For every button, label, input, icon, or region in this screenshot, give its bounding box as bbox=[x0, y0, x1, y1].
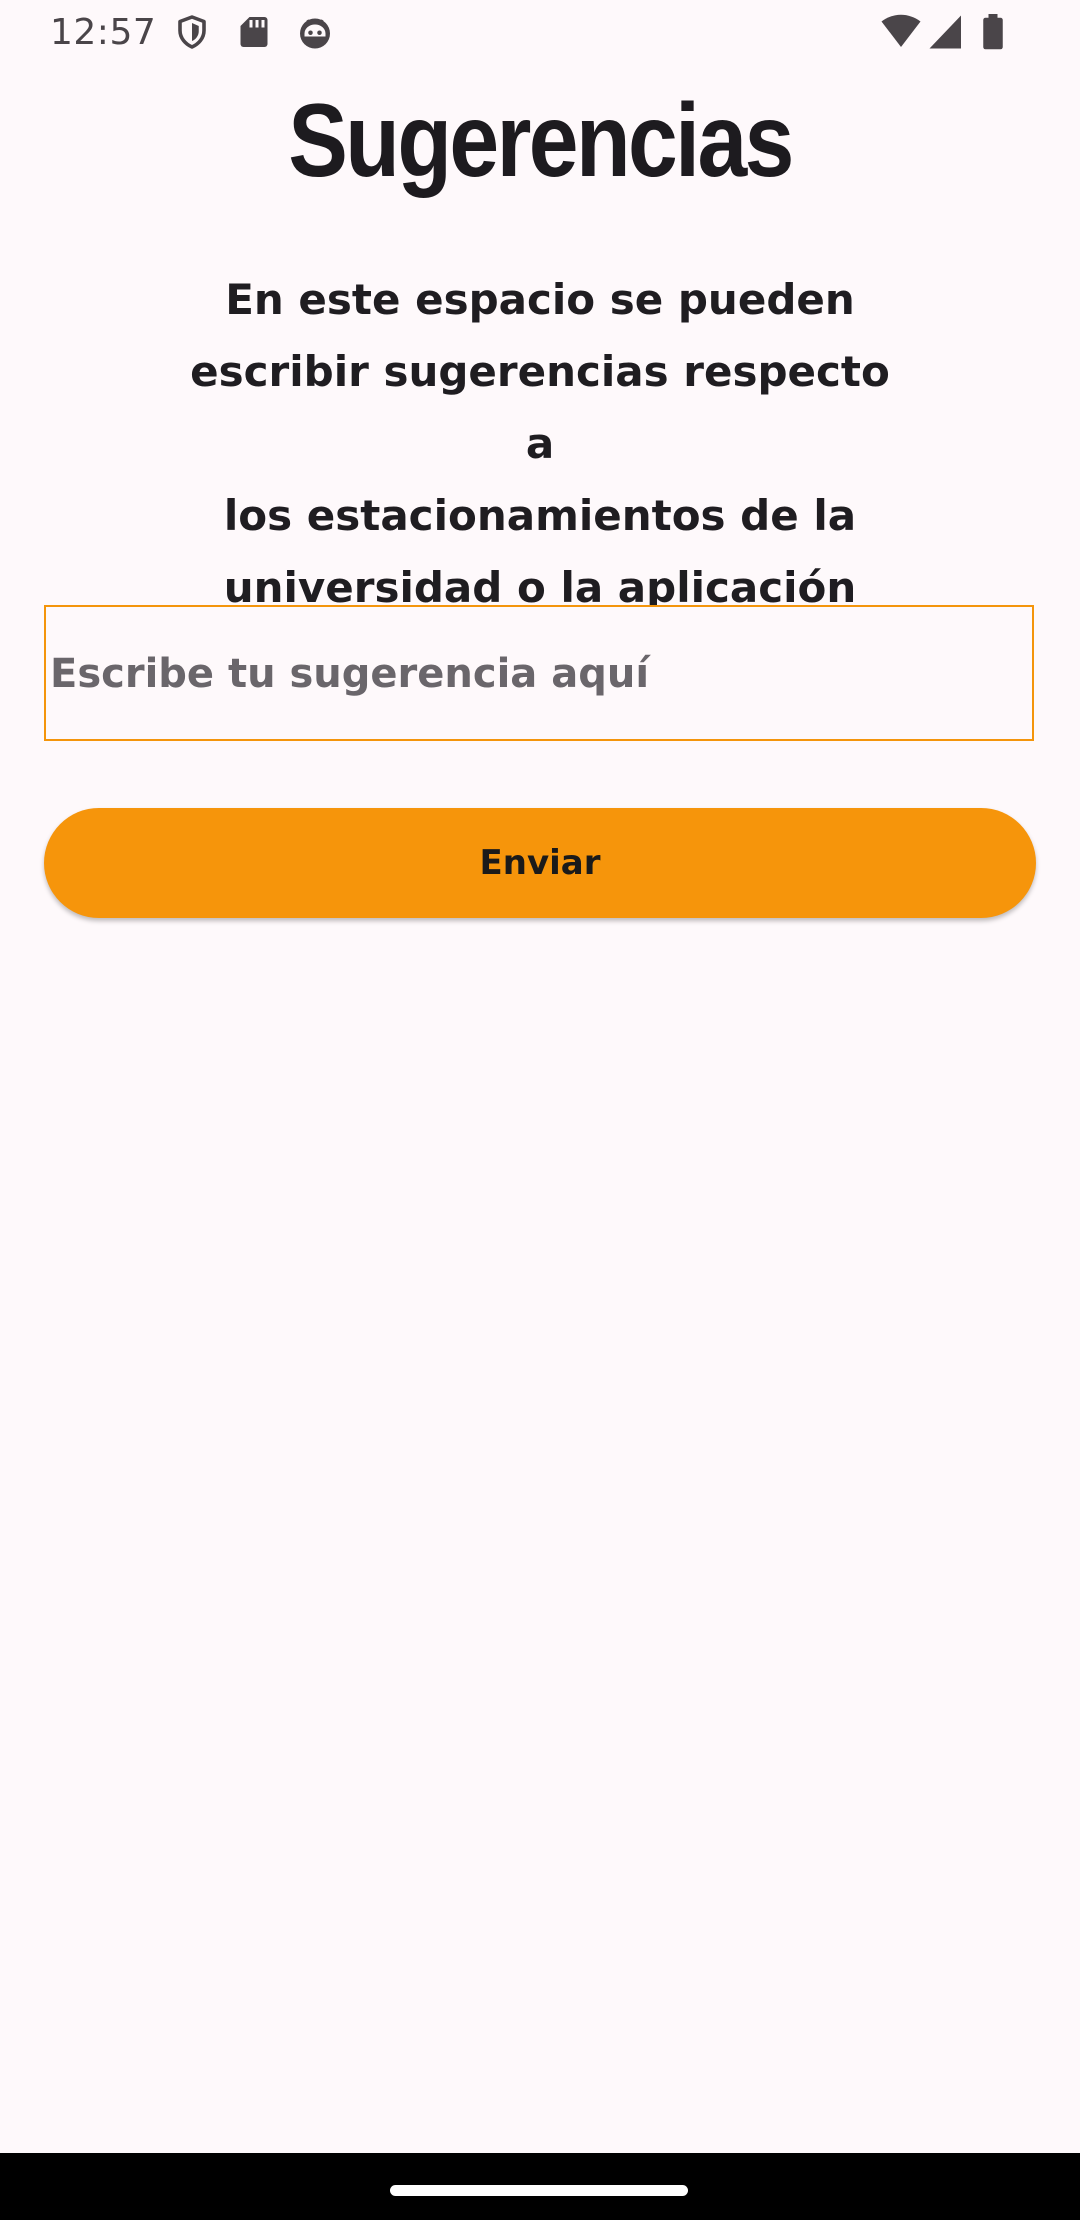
status-time: 12:57 bbox=[50, 12, 157, 53]
description-line: escribir sugerencias respecto a bbox=[190, 347, 890, 468]
send-button[interactable]: Enviar bbox=[44, 808, 1036, 918]
description-line: En este espacio se pueden bbox=[225, 275, 855, 324]
battery-icon bbox=[978, 14, 1008, 50]
home-gesture-handle[interactable] bbox=[390, 2185, 688, 2196]
send-button-label: Enviar bbox=[479, 843, 601, 883]
cell-signal-icon bbox=[928, 14, 964, 50]
description-line: los estacionamientos de la bbox=[223, 491, 857, 540]
sd-card-icon bbox=[236, 14, 272, 50]
page-description: En este espacio se pueden escribir suger… bbox=[180, 264, 900, 624]
shield-icon bbox=[174, 14, 210, 50]
status-bar: 12:57 bbox=[0, 0, 1080, 66]
suggestion-input[interactable]: Escribe tu sugerencia aquí bbox=[44, 605, 1034, 741]
page-title: Sugerencias bbox=[288, 83, 794, 199]
wifi-icon bbox=[880, 14, 922, 50]
suggestion-input-placeholder: Escribe tu sugerencia aquí bbox=[50, 651, 650, 697]
navigation-bar bbox=[0, 2153, 1080, 2220]
android-face-icon bbox=[297, 14, 333, 50]
